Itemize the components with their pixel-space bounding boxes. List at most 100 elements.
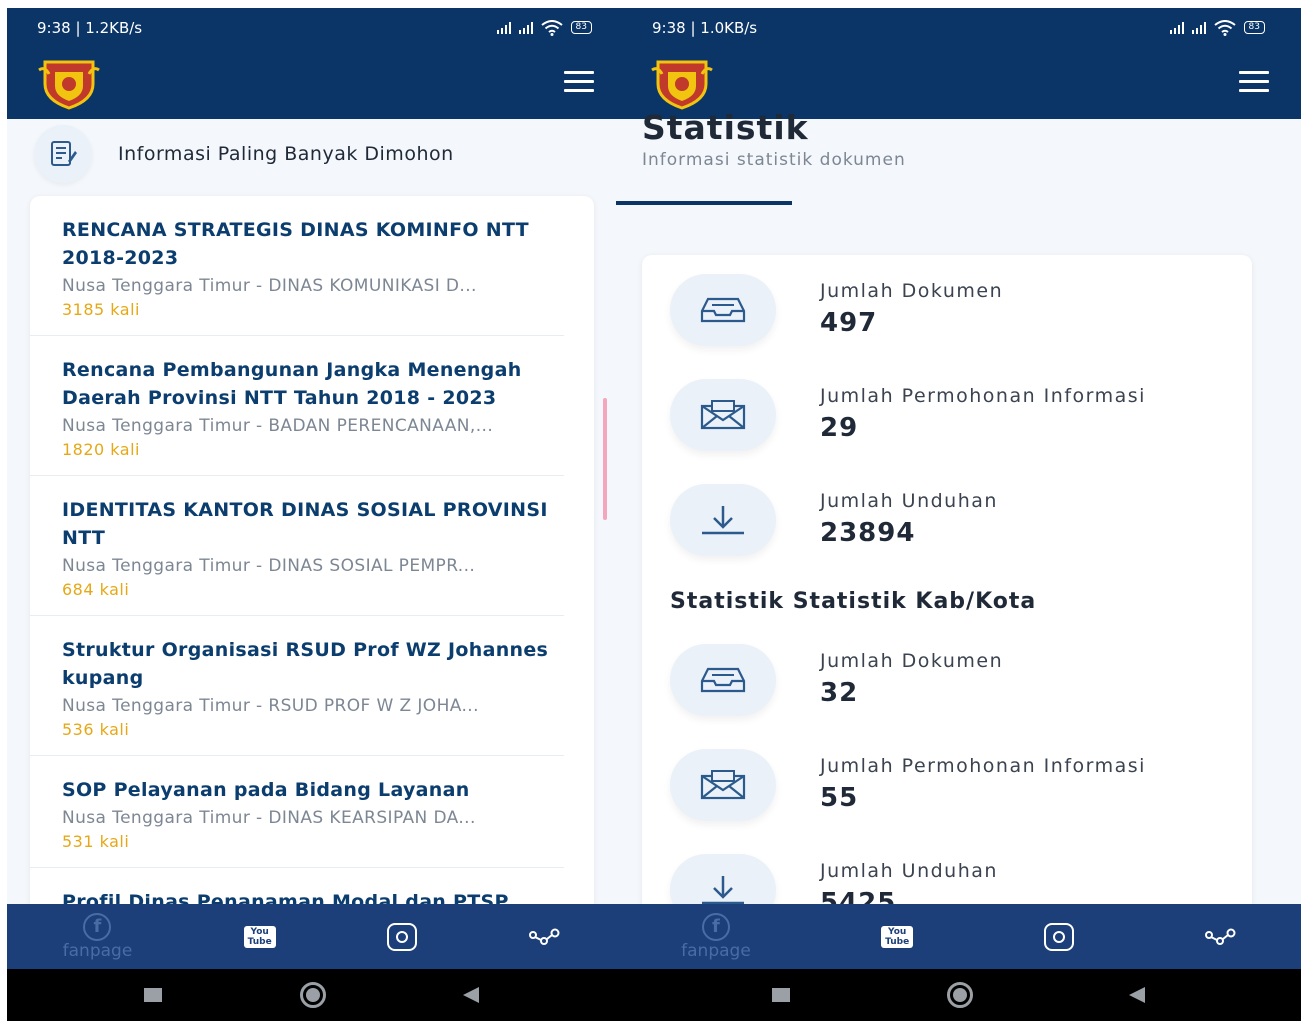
document-source: Nusa Tenggara Timur - DINAS KEARSIPAN DA… [62,808,476,828]
stat-label: Jumlah Unduhan [820,860,998,882]
instagram-icon [387,922,418,951]
hamburger-menu-button[interactable] [564,71,594,93]
signal-icon [1191,21,1206,34]
page-title: Statistik [642,108,809,147]
inbox-icon [670,644,776,716]
youtube-bottom-label: Tube [247,936,272,947]
document-title[interactable]: IDENTITAS KANTOR DINAS SOSIAL PROVINSI N… [62,496,564,552]
signal-icon [1169,21,1184,34]
stat-row-documents: Jumlah Dokumen 497 [670,274,1230,364]
status-bar: 9:38 | 1.0KB/s 83 [616,8,1301,47]
statistics-card: Jumlah Dokumen 497 Jumlah Permohonan Inf… [642,255,1252,955]
list-item[interactable]: RENCANA STRATEGIS DINAS KOMINFO NTT 2018… [30,196,564,336]
left-phone-screen: 9:38 | 1.2KB/s 83 Informasi Paling Banya… [7,8,616,1021]
list-item[interactable]: Rencana Pembangunan Jangka Menengah Daer… [30,336,564,476]
stat-row-requests: Jumlah Permohonan Informasi 29 [670,379,1230,469]
document-source: Nusa Tenggara Timur - RSUD PROF W Z JOHA… [62,696,479,716]
fanpage-button[interactable]: f fanpage [62,912,133,961]
signal-icon [496,21,511,34]
kab-stat-row-requests: Jumlah Permohonan Informasi 55 [670,749,1230,839]
status-icons: 83 [1169,19,1265,36]
youtube-icon: You Tube [881,925,914,948]
facebook-icon: f [701,912,730,941]
share-button[interactable] [1204,927,1236,947]
document-source: Nusa Tenggara Timur - BADAN PERENCANAAN,… [62,416,494,436]
stat-value: 29 [820,413,859,443]
most-requested-header: Informasi Paling Banyak Dimohon [7,119,616,189]
youtube-button[interactable]: You Tube [881,925,914,948]
stat-value: 23894 [820,518,916,548]
share-button[interactable] [528,927,560,947]
document-title[interactable]: SOP Pelayanan pada Bidang Layanan [62,776,564,804]
ntt-logo-icon[interactable] [650,56,714,110]
youtube-bottom-label: Tube [885,936,910,947]
wifi-icon [540,19,563,36]
document-count: 536 kali [62,720,130,739]
system-navigation-bar [7,969,616,1021]
share-nodes-icon [1204,928,1236,945]
status-bar: 9:38 | 1.2KB/s 83 [7,8,616,47]
youtube-top-label: You [250,926,269,937]
instagram-button[interactable] [387,922,418,951]
hamburger-menu-button[interactable] [1239,71,1269,93]
list-item[interactable]: Struktur Organisasi RSUD Prof WZ Johanne… [30,616,564,756]
scrollbar[interactable] [603,398,607,520]
youtube-top-label: You [888,926,907,937]
signal-icon [518,21,533,34]
document-edit-icon [34,125,92,183]
download-icon [670,484,776,556]
stat-value: 32 [820,678,859,708]
instagram-icon [1043,922,1074,951]
document-title[interactable]: Struktur Organisasi RSUD Prof WZ Johanne… [62,636,564,692]
title-underline [616,201,792,205]
document-source: Nusa Tenggara Timur - DINAS SOSIAL PEMPR… [62,556,476,576]
home-button[interactable] [299,982,326,1008]
youtube-button[interactable]: You Tube [243,925,276,948]
document-count: 1820 kali [62,440,140,459]
home-button[interactable] [946,982,973,1008]
back-button[interactable] [462,987,479,1003]
kab-stat-row-documents: Jumlah Dokumen 32 [670,644,1230,734]
right-phone-screen: 9:38 | 1.0KB/s 83 Statistik Informasi st… [616,8,1301,1021]
fanpage-button[interactable]: f fanpage [681,912,751,961]
top-navbar [7,47,616,119]
list-item[interactable]: IDENTITAS KANTOR DINAS SOSIAL PROVINSI N… [30,476,564,616]
kab-kota-heading: Statistik Statistik Kab/Kota [670,589,1037,614]
envelope-icon [670,749,776,821]
share-nodes-icon [529,928,560,945]
document-count: 3185 kali [62,300,140,319]
fanpage-label: fanpage [62,940,133,961]
stat-label: Jumlah Unduhan [820,490,998,512]
status-icons: 83 [496,19,592,36]
stat-label: Jumlah Dokumen [820,280,1004,302]
document-count: 684 kali [62,580,130,599]
facebook-icon: f [83,912,112,941]
stat-row-downloads: Jumlah Unduhan 23894 [670,484,1230,574]
stat-label: Jumlah Dokumen [820,650,1004,672]
status-time: 9:38 | 1.0KB/s [652,18,758,37]
youtube-icon: You Tube [243,925,276,948]
document-source: Nusa Tenggara Timur - DINAS KOMUNIKASI D… [62,276,477,296]
stat-value: 55 [820,783,859,813]
bottom-social-bar: f fanpage You Tube [616,904,1301,969]
envelope-icon [670,379,776,451]
inbox-icon [670,274,776,346]
document-count: 531 kali [62,832,130,851]
bottom-social-bar: f fanpage You Tube [7,904,616,969]
document-title[interactable]: RENCANA STRATEGIS DINAS KOMINFO NTT 2018… [62,216,564,272]
instagram-button[interactable] [1043,922,1074,951]
stat-value: 497 [820,308,878,338]
battery-icon: 83 [1243,21,1265,34]
list-item[interactable]: SOP Pelayanan pada Bidang Layanan Nusa T… [30,756,564,868]
document-title[interactable]: Rencana Pembangunan Jangka Menengah Daer… [62,356,564,412]
document-list: RENCANA STRATEGIS DINAS KOMINFO NTT 2018… [30,196,594,916]
fanpage-label: fanpage [681,940,751,961]
stat-label: Jumlah Permohonan Informasi [820,755,1146,777]
page-subtitle: Informasi statistik dokumen [642,150,906,170]
stat-label: Jumlah Permohonan Informasi [820,385,1146,407]
back-button[interactable] [1128,987,1145,1003]
battery-icon: 83 [570,21,592,34]
recent-apps-button[interactable] [144,988,163,1002]
ntt-logo-icon[interactable] [37,56,101,110]
recent-apps-button[interactable] [772,988,791,1002]
